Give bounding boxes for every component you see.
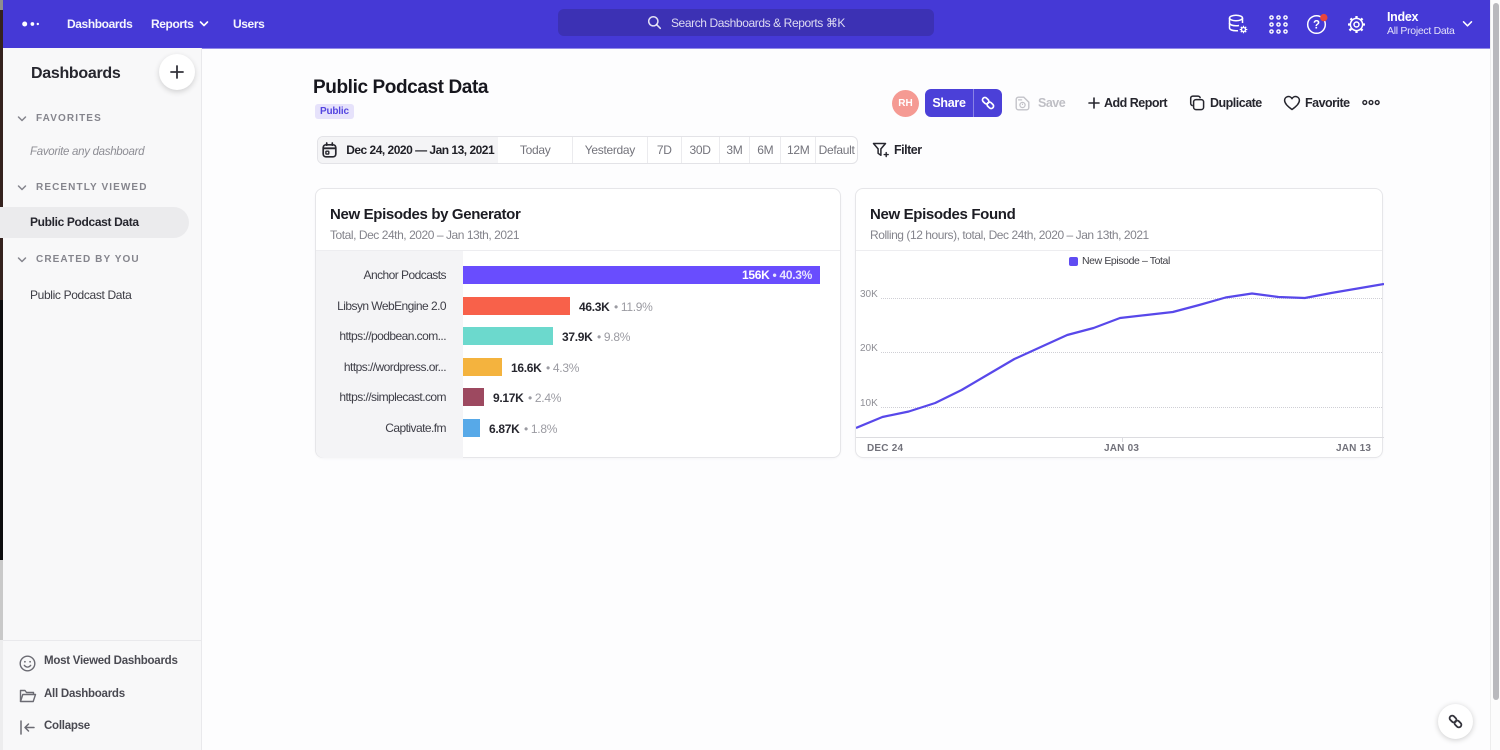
svg-text:?: ? xyxy=(1313,20,1320,32)
